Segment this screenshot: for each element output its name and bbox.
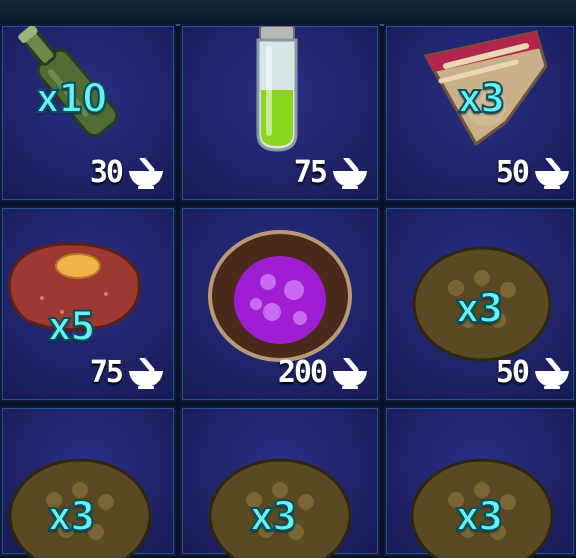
item-grid: x10 30 75 x3 50 x5 75 200 x3 50 x3 x3 x3 — [0, 24, 576, 558]
item-quantity: x10 — [35, 75, 108, 123]
item-quantity: x3 — [249, 493, 298, 541]
item-quantity: x3 — [47, 493, 96, 541]
item-cost: 75 — [294, 155, 370, 190]
item-slot-raw-meat[interactable]: x5 75 — [0, 206, 176, 402]
item-slot-green-vial[interactable]: 75 — [180, 24, 380, 202]
item-slot-dung-pile[interactable]: x3 50 — [384, 206, 576, 402]
item-cost: 200 — [278, 355, 370, 390]
item-cost: 50 — [496, 355, 572, 390]
item-cost-value: 75 — [293, 155, 328, 190]
item-quantity: x3 — [455, 285, 504, 333]
item-quantity: x5 — [47, 303, 96, 351]
item-cost-value: 30 — [89, 155, 124, 190]
item-cost-value: 50 — [495, 155, 530, 190]
item-cost: 30 — [90, 155, 166, 190]
item-quantity: x3 — [455, 493, 504, 541]
item-slot-dung-pile[interactable]: x3 — [0, 406, 176, 558]
mortar-pestle-icon — [535, 158, 569, 189]
mortar-pestle-icon — [129, 358, 163, 389]
mortar-pestle-icon — [129, 158, 163, 189]
item-slot-purple-coconut[interactable]: 200 — [180, 206, 380, 402]
item-cost: 75 — [90, 355, 166, 390]
top-bar — [0, 0, 576, 26]
item-cost-value: 200 — [277, 355, 328, 390]
item-slot-dung-pile[interactable]: x3 — [180, 406, 380, 558]
item-cost-value: 50 — [495, 355, 530, 390]
mortar-pestle-icon — [333, 158, 367, 189]
mortar-pestle-icon — [333, 358, 367, 389]
item-slot-bottle[interactable]: x10 30 — [0, 24, 176, 202]
item-slot-dung-pile[interactable]: x3 — [384, 406, 576, 558]
mortar-pestle-icon — [535, 358, 569, 389]
item-cost: 50 — [496, 155, 572, 190]
item-quantity: x3 — [457, 75, 506, 123]
item-slot-berry-pie[interactable]: x3 50 — [384, 24, 576, 202]
item-cost-value: 75 — [89, 355, 124, 390]
